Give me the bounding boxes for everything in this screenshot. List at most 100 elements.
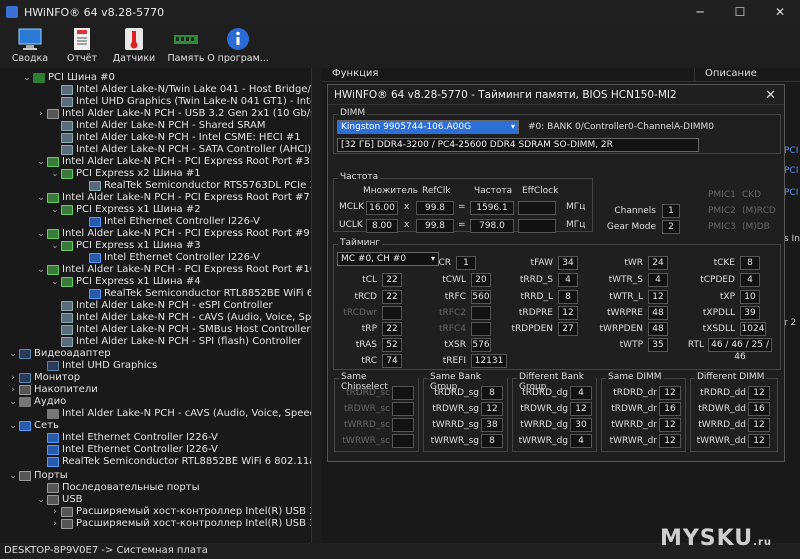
tree-item[interactable]: RealTek Semiconductor RTL8852BE WiFi 6 8… [36, 456, 311, 468]
tree-item[interactable]: ⌄ PCI Express x2 Шина #1 [50, 168, 201, 180]
chevron-down-icon[interactable]: ⌄ [8, 396, 18, 408]
channels-value: 1 [662, 204, 680, 218]
tree-item[interactable]: ⌄ Intel Alder Lake-N PCH - PCI Express Ro… [36, 192, 310, 204]
tree-item[interactable]: RealTek Semiconductor RTL8852BE WiFi 6 8… [78, 288, 311, 300]
tree-item[interactable]: Последовательные порты [36, 482, 200, 494]
chevron-down-icon[interactable]: ⌄ [36, 192, 46, 204]
tree-item[interactable]: ⌄ USB [36, 494, 83, 506]
tree-item[interactable]: ⌄ PCI Express x1 Шина #4 [50, 276, 201, 288]
tree-item[interactable]: Intel Ethernet Controller I226-V [36, 432, 218, 444]
tree-item[interactable]: Intel Alder Lake-N/Twin Lake 041 - Host … [50, 84, 311, 96]
tree-item[interactable]: Intel Alder Lake-N PCH - Shared SRAM [50, 120, 266, 132]
tree-item[interactable]: ⌄ Порты [8, 470, 68, 482]
memory-button[interactable]: Память [160, 24, 212, 68]
chevron-right-icon[interactable]: › [50, 518, 60, 530]
dimm-select[interactable]: Kingston 9905744-106.A00G ▾ [337, 120, 519, 134]
tree-item[interactable]: Intel Ethernet Controller I226-V [36, 444, 218, 456]
tree-item[interactable]: Intel Alder Lake-N PCH - Intel CSME: HEC… [50, 132, 301, 144]
column-description[interactable]: Описание [694, 68, 757, 81]
db-label: (M)DB [742, 222, 770, 232]
uclk-unit: МГц [566, 220, 586, 230]
chevron-right-icon[interactable]: › [8, 372, 18, 384]
memory-controller-select[interactable]: MC #0, CH #0 ▾ [337, 252, 439, 266]
close-window-button[interactable]: ✕ [760, 0, 800, 24]
tree-item[interactable]: Intel Ethernet Controller I226-V [78, 252, 260, 264]
subtiming-label: tWRRD_sg [432, 420, 479, 430]
tree-item[interactable]: › Монитор [8, 372, 80, 384]
description-fragment: PCI [784, 188, 799, 198]
tree-item[interactable]: ⌄ Аудио [8, 396, 66, 408]
description-fragment: PCI [784, 166, 799, 176]
tree-item[interactable]: Intel Alder Lake-N PCH - SATA Controller… [50, 144, 311, 156]
chevron-right-icon[interactable]: › [50, 506, 60, 518]
chevron-down-icon[interactable]: ⌄ [50, 276, 60, 288]
mclk-unit: МГц [566, 202, 586, 212]
device-tree[interactable]: ⌄ PCI Шина #0 Intel Alder Lake-N/Twin Lake… [0, 68, 312, 543]
tree-item[interactable]: Intel Alder Lake-N PCH - cAVS (Audio, Vo… [50, 312, 311, 324]
tree-item-label: RealTek Semiconductor RTL8852BE WiFi 6 8… [62, 456, 311, 467]
chevron-right-icon[interactable]: › [36, 108, 46, 120]
maximize-button[interactable]: ☐ [720, 0, 760, 24]
timing-label-cr: CR [438, 258, 451, 268]
tree-item[interactable]: › Расширяемый хост-контроллер Intel(R) US… [50, 518, 311, 530]
dimm-description: [32 ГБ] DDR4-3200 / PC4-25600 DDR4 SDRAM… [337, 138, 699, 152]
uclk-label: UCLK [339, 220, 363, 230]
chevron-down-icon[interactable]: ⌄ [50, 240, 60, 252]
frequency-header: Частота [474, 186, 513, 196]
tree-item[interactable]: ⌄ Intel Alder Lake-N PCH - PCI Express Ro… [36, 228, 310, 240]
chevron-down-icon[interactable]: ⌄ [50, 168, 60, 180]
report-button[interactable]: Отчёт [56, 24, 108, 68]
minimize-button[interactable]: ─ [680, 0, 720, 24]
refclk-header: RefClk [422, 186, 451, 196]
tree-item[interactable]: Intel Alder Lake-N PCH - eSPI Controller [50, 300, 273, 312]
dialog-title: HWiNFO® 64 v8.28-5770 - Тайминги памяти,… [334, 88, 677, 101]
timing-label-txsdll: tXSDLL [702, 324, 735, 334]
tree-item[interactable]: ⌄ PCI Шина #0 [22, 72, 115, 84]
subtiming-value: 12 [748, 418, 770, 432]
chevron-down-icon[interactable]: ⌄ [8, 348, 18, 360]
tree-item[interactable]: Intel Alder Lake-N PCH - cAVS (Audio, Vo… [36, 408, 311, 420]
tree-item[interactable]: Intel Ethernet Controller I226-V [78, 216, 260, 228]
timing-value-twrpre: 48 [648, 306, 668, 320]
chevron-right-icon[interactable]: › [8, 384, 18, 396]
tree-item-label: Intel Alder Lake-N PCH - PCI Express Roo… [62, 264, 312, 275]
tree-item[interactable]: ⌄ PCI Express x1 Шина #2 [50, 204, 201, 216]
chevron-down-icon[interactable]: ⌄ [36, 156, 46, 168]
chevron-down-icon[interactable]: ⌄ [36, 494, 46, 506]
tree-item[interactable]: ⌄ PCI Express x1 Шина #3 [50, 240, 201, 252]
timing-value-twr: 24 [648, 256, 668, 270]
timing-label-tcpded: tCPDED [700, 275, 735, 285]
tree-item[interactable]: RealTek Semiconductor RTS5763DL PCIe 3.0… [78, 180, 311, 192]
tree-item[interactable]: Intel Alder Lake-N PCH - SPI (flash) Con… [50, 336, 301, 348]
tree-item[interactable]: Intel Alder Lake-N PCH - SMBus Host Cont… [50, 324, 310, 336]
sensors-button[interactable]: Датчики [108, 24, 160, 68]
tree-item[interactable]: › Intel Alder Lake-N PCH - USB 3.2 Gen 2x… [36, 108, 311, 120]
about-button[interactable]: О програм... [207, 24, 269, 68]
subtiming-value: 12 [659, 418, 681, 432]
timing-label-txpdll: tXPDLL [702, 308, 735, 318]
tree-item[interactable]: Intel UHD Graphics [36, 360, 157, 372]
column-function[interactable]: Функция [322, 68, 694, 81]
chevron-down-icon[interactable]: ⌄ [36, 228, 46, 240]
chevron-down-icon[interactable]: ⌄ [22, 72, 32, 84]
tree-item[interactable]: ⌄ Сеть [8, 420, 59, 432]
mclk-multiplier: 16.00 [366, 201, 398, 215]
tree-item[interactable]: ⌄ Видеоадаптер [8, 348, 111, 360]
multiplier-header: Множитель [363, 186, 418, 196]
summary-button[interactable]: Сводка [4, 24, 56, 68]
tree-item[interactable]: › Накопители [8, 384, 98, 396]
dialog-close-button[interactable]: ✕ [765, 88, 776, 103]
tree-item[interactable]: ⌄ Intel Alder Lake-N PCH - PCI Express Ro… [36, 264, 312, 276]
chevron-down-icon[interactable]: ⌄ [50, 204, 60, 216]
chevron-down-icon[interactable]: ⌄ [8, 420, 18, 432]
tree-item[interactable]: ⌄ Intel Alder Lake-N PCH - PCI Express Ro… [36, 156, 310, 168]
timing-value-tfaw: 34 [558, 256, 578, 270]
chevron-down-icon[interactable]: ⌄ [8, 470, 18, 482]
tree-item[interactable]: › Расширяемый хост-контроллер Intel(R) US… [50, 506, 311, 518]
device-icon [61, 169, 73, 179]
chevron-down-icon[interactable]: ⌄ [36, 264, 46, 276]
toolbar: Сводка Отчёт Датчики Память О програм... [0, 24, 800, 68]
times-sign: x [404, 202, 410, 212]
tree-item[interactable]: Intel UHD Graphics (Twin Lake-N 041 GT1)… [50, 96, 311, 108]
group-label: DIMM [338, 108, 368, 118]
